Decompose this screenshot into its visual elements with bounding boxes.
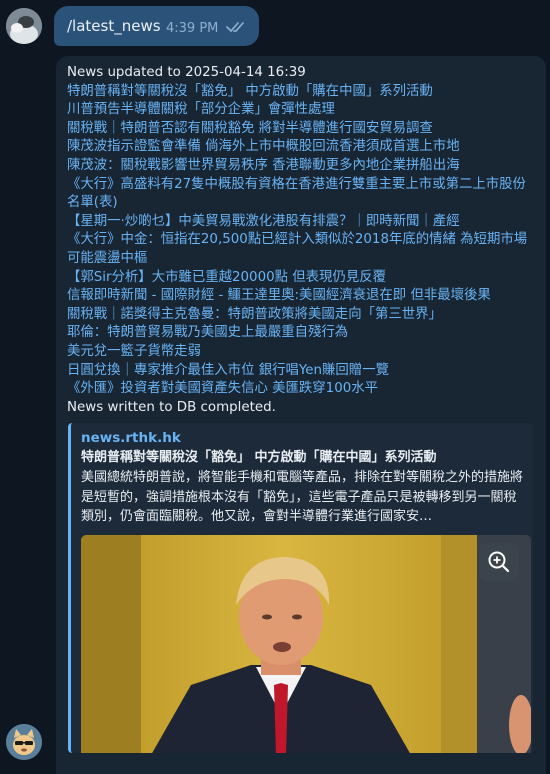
headline-link[interactable]: 關稅戰｜諾獎得主克魯曼：特朗普政策將美國走向「第三世界」 — [67, 306, 534, 325]
headline-link[interactable]: 日圓兌換｜專家推介最佳入市位 銀行唱Yen賺回贈一覽 — [67, 362, 534, 381]
double-check-icon — [226, 22, 244, 33]
headline-link[interactable]: 【郭Sir分析】大市雖已重越20000點 但表現仍見反覆 — [67, 269, 534, 288]
user-avatar[interactable] — [6, 8, 42, 44]
news-footer: News written to DB completed. — [67, 399, 276, 415]
command-message-bubble[interactable]: /latest_news 4:39 PM — [54, 6, 259, 46]
bot-avatar[interactable] — [6, 724, 42, 760]
zoom-icon — [488, 551, 510, 573]
command-text[interactable]: /latest_news — [67, 17, 161, 35]
headline-link[interactable]: 《大行》中金：恒指在20,500點已經計入類似於2018年底的情緒 為短期市場可… — [67, 231, 534, 268]
news-message-bubble: News updated to 2025-04-14 16:39 特朗普稱對等關… — [56, 56, 546, 774]
headline-link[interactable]: 關稅戰｜特朗普否認有關稅豁免 將對半導體進行國安貿易調查 — [67, 120, 534, 139]
message-time: 4:39 PM — [166, 21, 219, 36]
zoom-button[interactable] — [479, 543, 519, 582]
preview-description: 美國總統特朗普說，將智能手機和電腦等產品，排除在對等關稅之外的措施將是短暫的，強… — [81, 470, 524, 525]
headline-link[interactable]: 信報即時新聞 - 國際財經 - 鱷王達里奧:美國經濟衰退在即 但非最壞後果 — [67, 287, 534, 306]
news-header: News updated to 2025-04-14 16:39 — [67, 65, 306, 80]
headline-link[interactable]: 耶倫：特朗普貿易戰乃美國史上最嚴重自殘行為 — [67, 324, 534, 343]
preview-image[interactable] — [81, 535, 531, 754]
headline-link[interactable]: 美元兌一籃子貨幣走弱 — [67, 343, 534, 362]
preview-title: 特朗普稱對等關稅沒「豁免」 中方啟動「購在中國」系列活動 — [81, 450, 437, 466]
headline-link[interactable]: 陳茂波：關稅戰影響世界貿易秩序 香港聯動更多內地企業拼船出海 — [67, 157, 534, 176]
headline-link[interactable]: 《大行》高盛料有27隻中概股有資格在香港進行雙重主要上市或第二上市股份名單(表) — [67, 176, 534, 213]
headline-link[interactable]: 川普預告半導體關稅「部分企業」會彈性處理 — [67, 101, 534, 120]
headline-link[interactable]: 特朗普稱對等關稅沒「豁免」 中方啟動「購在中國」系列活動 — [67, 83, 534, 102]
headline-link[interactable]: 陳茂波指示證監會準備 倘海外上市中概股回流香港須成首選上市地 — [67, 138, 534, 157]
link-preview[interactable]: news.rthk.hk 特朗普稱對等關稅沒「豁免」 中方啟動「購在中國」系列活… — [68, 423, 533, 754]
preview-site[interactable]: news.rthk.hk — [81, 429, 523, 448]
headline-link[interactable]: 【星期一·炒啲乜】中美貿易戰激化港股有排震？｜即時新聞｜產經 — [67, 213, 534, 232]
headline-link[interactable]: 《外匯》投資者對美國資產失信心 美匯跌穿100水平 — [67, 380, 534, 399]
